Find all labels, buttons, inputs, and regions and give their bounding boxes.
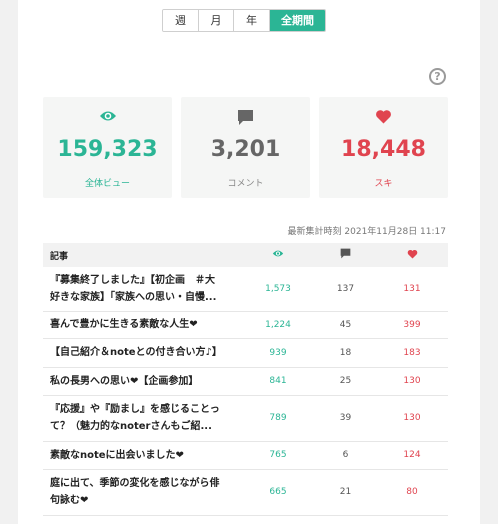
title-line-1: 素敵なnoteに出会いました❤ xyxy=(50,449,184,461)
title-line-1: 喜んで豊かに生きる素敵な人生❤ xyxy=(50,319,198,330)
title-line-1: 庭に出て、季節の変化を感じながら俳 xyxy=(50,478,220,489)
eye-icon xyxy=(272,250,284,257)
article-stats-table: 記事 『募集終了しました』【初企画 ＃大 好きな家族】「家族への思い・自慢...… xyxy=(43,243,448,516)
column-views xyxy=(241,243,315,267)
comments-total: 3,201 xyxy=(210,137,281,162)
comments-count: 21 xyxy=(315,469,376,516)
table-row[interactable]: 『応援』や『励まし』を感じることっ て？（魅力的なnoterさんもご紹... 7… xyxy=(43,395,448,442)
article-title[interactable]: 庭に出て、季節の変化を感じながら俳 句詠む❤ xyxy=(43,469,241,516)
comments-count: 18 xyxy=(315,338,376,368)
comments-count: 45 xyxy=(315,311,376,339)
comments-label: コメント xyxy=(227,179,264,189)
tab-all-time[interactable]: 全期間 xyxy=(270,10,325,31)
last-updated: 最新集計時刻 2021年11月28日 11:17 xyxy=(287,227,446,237)
comments-count: 25 xyxy=(315,367,376,396)
column-comments xyxy=(315,243,376,267)
likes-card: 18,448 スキ xyxy=(319,97,448,198)
stats-panel: 週 月 年 全期間 ? 159,323 全体ビュー 3,201 コメント 18,… xyxy=(18,0,480,524)
table-row[interactable]: 喜んで豊かに生きる素敵な人生❤ 1,224 45 399 xyxy=(43,311,448,339)
likes-total: 18,448 xyxy=(341,137,426,162)
views-count: 765 xyxy=(241,441,315,470)
article-title[interactable]: 【自己紹介＆noteとの付き合い方♪】 xyxy=(43,338,241,368)
likes-label: スキ xyxy=(374,179,393,189)
title-line-2: て？（魅力的なnoterさんもご紹... xyxy=(50,421,212,432)
views-count: 789 xyxy=(241,395,315,442)
likes-count: 130 xyxy=(376,395,448,442)
views-total: 159,323 xyxy=(57,137,158,162)
heart-icon xyxy=(407,249,417,259)
comment-icon xyxy=(238,110,253,125)
likes-count: 130 xyxy=(376,367,448,396)
article-title[interactable]: 『応援』や『励まし』を感じることっ て？（魅力的なnoterさんもご紹... xyxy=(43,395,241,442)
views-count: 939 xyxy=(241,338,315,368)
likes-count: 124 xyxy=(376,441,448,470)
likes-count: 183 xyxy=(376,338,448,368)
table-row[interactable]: 私の長男への思い❤【企画参加】 841 25 130 xyxy=(43,367,448,396)
comments-card: 3,201 コメント xyxy=(181,97,310,198)
title-line-2: 好きな家族】「家族への思い・自慢... xyxy=(50,291,217,303)
views-count: 1,224 xyxy=(241,311,315,339)
column-title: 記事 xyxy=(50,251,69,262)
table-row[interactable]: 『募集終了しました』【初企画 ＃大 好きな家族】「家族への思い・自慢... 1,… xyxy=(43,267,448,312)
comments-count: 137 xyxy=(315,267,376,312)
table-row[interactable]: 【自己紹介＆noteとの付き合い方♪】 939 18 183 xyxy=(43,338,448,368)
period-tabs: 週 月 年 全期間 xyxy=(162,9,326,32)
eye-icon xyxy=(99,111,116,121)
likes-count: 131 xyxy=(376,267,448,312)
title-line-2: 句詠む❤ xyxy=(50,495,89,506)
tab-year[interactable]: 年 xyxy=(234,10,270,31)
views-count: 841 xyxy=(241,367,315,396)
article-title[interactable]: 喜んで豊かに生きる素敵な人生❤ xyxy=(43,311,241,339)
title-line-1: 私の長男への思い❤【企画参加】 xyxy=(50,375,199,387)
views-label: 全体ビュー xyxy=(84,179,130,189)
comments-count: 39 xyxy=(315,395,376,442)
title-line-1: 『応援』や『励まし』を感じることっ xyxy=(50,404,220,415)
views-count: 1,573 xyxy=(241,267,315,312)
column-likes xyxy=(376,243,448,267)
table-row[interactable]: 素敵なnoteに出会いました❤ 765 6 124 xyxy=(43,441,448,470)
views-card: 159,323 全体ビュー xyxy=(43,97,172,198)
table-row[interactable]: 庭に出て、季節の変化を感じながら俳 句詠む❤ 665 21 80 xyxy=(43,469,448,516)
comment-icon xyxy=(340,248,351,259)
table-header: 記事 xyxy=(43,243,448,267)
tab-month[interactable]: 月 xyxy=(199,10,234,31)
comments-count: 6 xyxy=(315,441,376,470)
tab-week[interactable]: 週 xyxy=(163,10,199,31)
title-line-1: 『募集終了しました』【初企画 ＃大 xyxy=(50,274,215,286)
article-title[interactable]: 素敵なnoteに出会いました❤ xyxy=(43,441,241,470)
likes-count: 80 xyxy=(376,469,448,516)
likes-count: 399 xyxy=(376,311,448,339)
question-icon[interactable]: ? xyxy=(429,68,446,85)
article-title[interactable]: 『募集終了しました』【初企画 ＃大 好きな家族】「家族への思い・自慢... xyxy=(43,267,241,312)
article-title[interactable]: 私の長男への思い❤【企画参加】 xyxy=(43,367,241,396)
title-line-1: 【自己紹介＆noteとの付き合い方♪】 xyxy=(50,347,222,358)
views-count: 665 xyxy=(241,469,315,516)
heart-icon xyxy=(376,110,391,124)
